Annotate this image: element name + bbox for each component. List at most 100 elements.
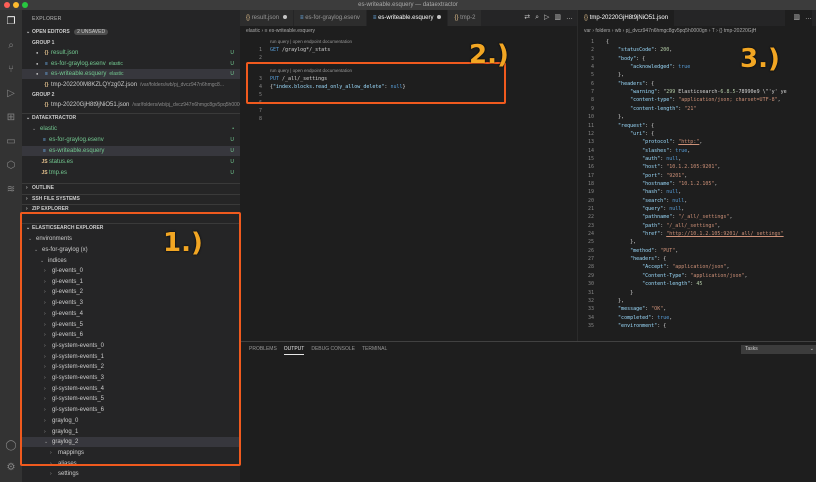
- project-file[interactable]: JSstatus.es U: [22, 157, 240, 167]
- json-number: 8: [726, 89, 730, 96]
- json-line: {: [606, 39, 610, 45]
- json-key: "environment": [618, 322, 658, 329]
- json-link[interactable]: "http://10.1.2.105:9201/_all/_settings": [666, 231, 783, 237]
- project-section[interactable]: ⌄ DATAEXTRACTOR: [22, 113, 240, 122]
- right-breadcrumb[interactable]: var › folders › wb › pj_dvcz947n6hmgc8gv…: [578, 26, 816, 36]
- file-name: es-writeable.esquery: [51, 71, 107, 77]
- project-label: DATAEXTRACTOR: [32, 115, 77, 121]
- tasks-dropdown[interactable]: Tasks ⌄: [741, 345, 816, 354]
- open-editors-section[interactable]: ⌄ OPEN EDITORS 2 UNSAVED: [22, 28, 240, 37]
- breadcrumb[interactable]: elastic › ≡ es-writeable.esquery: [240, 26, 577, 36]
- split-editor-icon[interactable]: ▥: [793, 14, 800, 21]
- line-number: 8: [258, 116, 262, 122]
- open-editor-item[interactable]: ● ≡ es-for-graylog.esenv elastic U: [22, 59, 240, 69]
- tab-label: tmp-2: [460, 15, 476, 21]
- folder-status: •: [232, 126, 234, 132]
- panel-tab-output[interactable]: OUTPUT: [283, 346, 305, 355]
- search-icon[interactable]: ⌕: [535, 14, 539, 21]
- file-name: es-writeable.esquery: [49, 148, 105, 154]
- json-line: "slashes": true,: [642, 147, 691, 154]
- search-icon[interactable]: ⌕: [5, 40, 17, 52]
- line-number: 3: [590, 55, 594, 62]
- project-file[interactable]: ≡ es-writeable.esquery U: [22, 146, 240, 156]
- codelens-run-query[interactable]: run query | open endpoint documentation: [270, 38, 352, 46]
- explorer-icon[interactable]: ❐: [5, 16, 17, 28]
- more-icon[interactable]: …: [566, 14, 573, 21]
- unsaved-dot-icon: [437, 15, 442, 20]
- json-file-icon: {}: [44, 102, 49, 108]
- tab-tmp-json[interactable]: {} tmp-20220GjH8t9jNiO51.json: [578, 10, 676, 26]
- remote-explorer-icon[interactable]: ▭: [5, 136, 17, 148]
- json-link[interactable]: "http:": [678, 139, 699, 145]
- line-number: 18: [587, 180, 594, 187]
- project-file[interactable]: ≡ es-for-graylog.esenv U: [22, 135, 240, 145]
- line-number: 23: [587, 222, 594, 229]
- split-icon[interactable]: ⇄: [524, 14, 530, 21]
- file-path: /var/folders/wb/pj_dvcz947n6hmgc8...: [140, 81, 224, 88]
- editor-tab[interactable]: {} result.json: [240, 10, 295, 26]
- json-number: 200: [660, 47, 670, 54]
- account-icon[interactable]: ◯: [5, 440, 17, 452]
- panel-tab-terminal[interactable]: TERMINAL: [362, 346, 387, 354]
- editor-tab[interactable]: ≡ es-for-graylog.esenv: [294, 10, 367, 26]
- json-number: 5: [732, 89, 736, 96]
- line-number: 11: [587, 122, 594, 129]
- json-number: 45: [696, 281, 703, 288]
- folder-tag: elastic: [108, 60, 123, 67]
- more-icon[interactable]: …: [805, 14, 812, 21]
- panel-tab-problems[interactable]: PROBLEMS: [249, 346, 277, 354]
- database-icon[interactable]: ≋: [5, 184, 17, 196]
- file-status: U: [230, 170, 234, 176]
- json-key: "content-type": [630, 97, 673, 104]
- json-file-icon: {}: [44, 50, 49, 56]
- json-line: "headers": {: [630, 256, 667, 263]
- tab-label: es-writeable.esquery: [378, 15, 434, 21]
- panel-tabs: PROBLEMS OUTPUT DEBUG CONSOLE TERMINAL: [249, 346, 394, 355]
- annotation-label-1: 1.): [163, 228, 203, 258]
- panel-tab-debug-console[interactable]: DEBUG CONSOLE: [311, 346, 355, 354]
- collapsed-section[interactable]: › OUTLINE: [22, 183, 240, 192]
- index-sub-item[interactable]: › settings: [22, 469, 240, 479]
- docker-icon[interactable]: ⬡: [5, 160, 17, 172]
- open-editor-item[interactable]: {} tmp-20220GjH8t9jNiO51.json/var/folders…: [22, 100, 240, 110]
- json-string: "21": [684, 105, 697, 112]
- maximize-window-button[interactable]: [22, 2, 28, 8]
- json-line: "completed": true,: [618, 314, 673, 321]
- open-editor-item[interactable]: {} tmp-202200M8KZLQYzg0Z.json/var/folders…: [22, 80, 240, 90]
- file-status: U: [230, 71, 234, 77]
- sub-item-name: settings: [58, 471, 79, 478]
- json-literal: null: [669, 206, 682, 212]
- collapsed-section[interactable]: › SSH FILE SYSTEMS: [22, 193, 240, 203]
- line-number: 10: [587, 114, 594, 121]
- editor-tab[interactable]: {} tmp-2: [448, 10, 483, 26]
- vscode-window: es-writeable.esquery — dataextractor ❐ ⌕…: [0, 0, 816, 482]
- json-line: },: [606, 239, 637, 246]
- open-editor-item[interactable]: ● ≡ es-writeable.esquery elastic U: [22, 69, 240, 79]
- split-editor-icon[interactable]: ▥: [554, 14, 561, 21]
- play-icon[interactable]: ▷: [544, 14, 549, 21]
- close-window-button[interactable]: [4, 2, 10, 8]
- run-debug-icon[interactable]: ▷: [5, 88, 17, 100]
- editor-tab[interactable]: ≡ es-writeable.esquery: [366, 10, 449, 26]
- json-literal: null: [666, 189, 679, 196]
- open-editor-item[interactable]: ●{} result.json U: [22, 48, 240, 58]
- line-number: 17: [587, 172, 594, 179]
- tab-label: tmp-20220GjH8t9jNiO51.json: [589, 15, 669, 21]
- json-line: "message": "OK",: [618, 306, 667, 313]
- json-string: "9201": [666, 172, 685, 179]
- unsaved-dot-icon: [283, 15, 288, 20]
- project-file[interactable]: JStmp.es U: [22, 168, 240, 178]
- extensions-icon[interactable]: ⊞: [5, 112, 17, 124]
- json-line: "environment": {: [618, 322, 667, 329]
- json-line: "statusCode": 200,: [618, 47, 673, 54]
- json-literal: true: [657, 314, 670, 321]
- annotation-box-1: [20, 212, 241, 466]
- source-control-icon[interactable]: ⑂: [5, 64, 17, 76]
- minimize-window-button[interactable]: [13, 2, 19, 8]
- json-key: "body": [618, 55, 637, 62]
- json-key: "query": [642, 206, 664, 212]
- json-line: "Content-Type": "application/json",: [642, 272, 748, 279]
- gear-icon[interactable]: ⚙: [5, 462, 17, 474]
- json-number: 6: [720, 89, 724, 96]
- folder-elastic[interactable]: ⌄ elastic •: [22, 124, 240, 134]
